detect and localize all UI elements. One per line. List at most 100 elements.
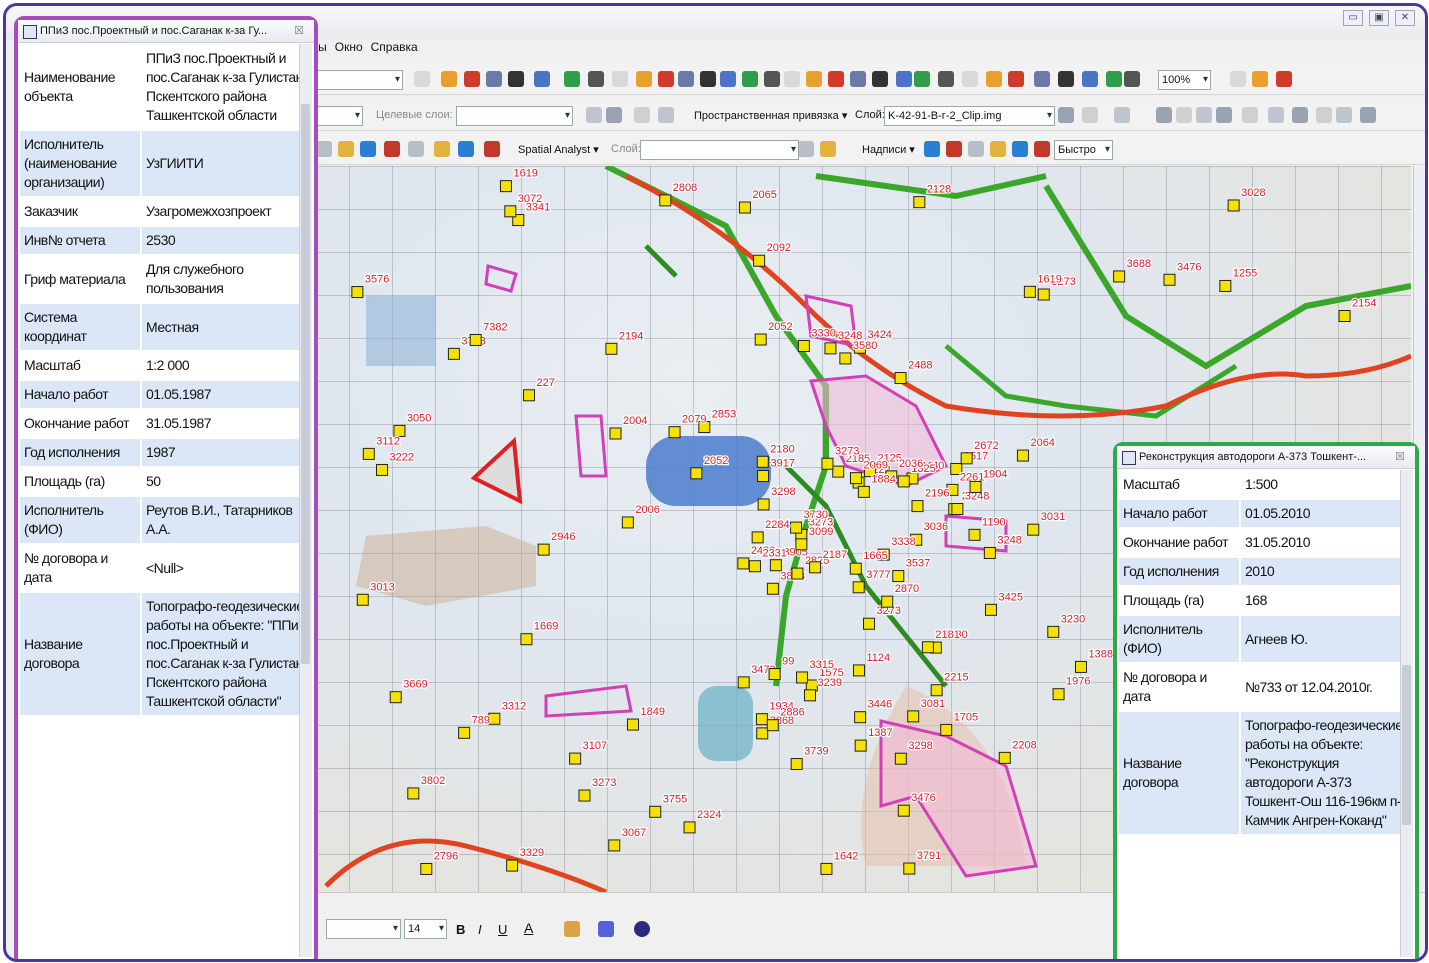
tool-icon[interactable] [464, 71, 480, 87]
survey-point-marker[interactable] [998, 751, 1011, 764]
survey-point-marker[interactable] [790, 521, 803, 534]
tool-icon[interactable] [700, 71, 716, 87]
survey-point-marker[interactable] [627, 718, 640, 731]
close-icon[interactable]: ☒ [294, 20, 304, 42]
georef-tool-icon[interactable] [1058, 107, 1074, 123]
analyst-tool-icon[interactable] [946, 141, 962, 157]
survey-point-marker[interactable] [854, 711, 867, 724]
georef-tool-icon[interactable] [1176, 107, 1192, 123]
survey-point-marker[interactable] [458, 726, 471, 739]
line-color-icon[interactable] [598, 921, 614, 937]
tool-icon[interactable] [720, 71, 736, 87]
survey-point-marker[interactable] [960, 452, 973, 465]
zoom-combo[interactable]: 100% [1158, 70, 1211, 90]
analyst-tool-icon[interactable] [990, 141, 1006, 157]
survey-point-marker[interactable] [852, 581, 865, 594]
georef-tool-icon[interactable] [1336, 107, 1352, 123]
survey-point-marker[interactable] [1219, 279, 1232, 292]
tool-icon[interactable] [658, 71, 674, 87]
analyst-tool-icon[interactable] [924, 141, 940, 157]
tool-icon[interactable] [1276, 71, 1292, 87]
labels-dropdown[interactable]: Надписи ▾ [862, 143, 915, 156]
survey-point-marker[interactable] [951, 503, 964, 516]
survey-point-marker[interactable] [983, 546, 996, 559]
tool-icon[interactable] [1034, 71, 1050, 87]
survey-point-marker[interactable] [968, 528, 981, 541]
tool-icon[interactable] [588, 71, 604, 87]
panel-scrollbar[interactable] [299, 44, 312, 957]
font-color-button[interactable]: A [524, 920, 533, 936]
layer-combo[interactable]: K-42-91-В-г-2_Clip.img [884, 106, 1055, 126]
marker-color-icon[interactable] [634, 921, 650, 937]
survey-point-marker[interactable] [499, 180, 512, 193]
survey-point-marker[interactable] [857, 485, 870, 498]
survey-point-marker[interactable] [824, 342, 837, 355]
survey-point-marker[interactable] [795, 538, 808, 551]
survey-point-marker[interactable] [757, 470, 770, 483]
survey-point-marker[interactable] [756, 455, 769, 468]
survey-point-marker[interactable] [755, 713, 768, 726]
analyst-tool-icon[interactable] [968, 141, 984, 157]
analyst-tool-icon[interactable] [798, 141, 814, 157]
menu-item-window[interactable]: Окно [335, 40, 363, 60]
survey-point-marker[interactable] [854, 739, 867, 752]
tool-icon[interactable] [441, 71, 457, 87]
survey-point-marker[interactable] [737, 557, 750, 570]
survey-point-marker[interactable] [852, 664, 865, 677]
survey-point-marker[interactable] [523, 389, 536, 402]
tool-icon[interactable] [1008, 71, 1024, 87]
survey-point-marker[interactable] [506, 859, 519, 872]
survey-point-marker[interactable] [748, 560, 761, 573]
survey-point-marker[interactable] [897, 804, 910, 817]
survey-point-marker[interactable] [1163, 273, 1176, 286]
georef-tool-icon[interactable] [1292, 107, 1308, 123]
survey-point-marker[interactable] [351, 286, 364, 299]
bold-button[interactable]: B [456, 922, 465, 937]
tool-icon[interactable] [986, 71, 1002, 87]
survey-point-marker[interactable] [903, 862, 916, 875]
survey-point-marker[interactable] [1023, 285, 1036, 298]
tool-icon[interactable] [828, 71, 844, 87]
georef-tool-icon[interactable] [586, 107, 602, 123]
survey-point-marker[interactable] [913, 196, 926, 209]
survey-point-marker[interactable] [756, 727, 769, 740]
tool-icon[interactable] [564, 71, 580, 87]
georef-tool-icon[interactable] [1316, 107, 1332, 123]
analyst-tool-icon[interactable] [820, 141, 836, 157]
menu-item-help[interactable]: Справка [371, 40, 418, 60]
survey-point-marker[interactable] [930, 684, 943, 697]
survey-point-marker[interactable] [921, 641, 934, 654]
survey-point-marker[interactable] [609, 427, 622, 440]
survey-point-marker[interactable] [362, 447, 375, 460]
underline-button[interactable]: U [498, 922, 507, 937]
survey-point-marker[interactable] [769, 559, 782, 572]
minimize-icon[interactable]: ▭ [1343, 10, 1363, 26]
tool-icon[interactable] [742, 71, 758, 87]
tool-icon[interactable] [486, 71, 502, 87]
survey-point-marker[interactable] [863, 617, 876, 630]
survey-point-marker[interactable] [608, 839, 621, 852]
survey-point-marker[interactable] [1227, 199, 1240, 212]
analyst-layer-combo[interactable] [640, 140, 799, 160]
close-icon[interactable]: ✕ [1395, 10, 1415, 26]
maximize-icon[interactable]: ▣ [1369, 10, 1389, 26]
analyst-tool-icon[interactable] [338, 141, 354, 157]
survey-point-marker[interactable] [894, 372, 907, 385]
georef-tool-icon[interactable] [1114, 107, 1130, 123]
survey-point-marker[interactable] [389, 691, 402, 704]
survey-point-marker[interactable] [605, 342, 618, 355]
tool-icon[interactable] [784, 71, 800, 87]
survey-point-marker[interactable] [376, 463, 389, 476]
georef-tool-icon[interactable] [1360, 107, 1376, 123]
scale-combo[interactable] [306, 70, 403, 90]
survey-point-marker[interactable] [1037, 288, 1050, 301]
tool-icon[interactable] [508, 71, 524, 87]
georef-tool-icon[interactable] [1082, 107, 1098, 123]
analyst-tool-icon[interactable] [316, 141, 332, 157]
survey-point-marker[interactable] [488, 712, 501, 725]
tool-icon[interactable] [678, 71, 694, 87]
survey-point-marker[interactable] [849, 562, 862, 575]
survey-point-marker[interactable] [1338, 310, 1351, 323]
survey-point-marker[interactable] [1074, 660, 1087, 673]
tool-icon[interactable] [612, 71, 628, 87]
